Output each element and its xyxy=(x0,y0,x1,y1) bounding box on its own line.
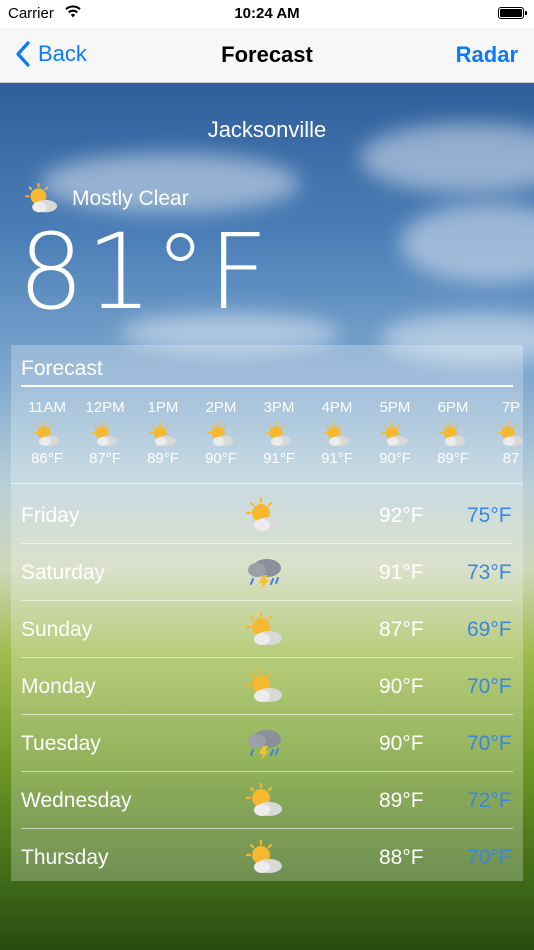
city-name: Jacksonville xyxy=(207,117,327,142)
day-name: Monday xyxy=(21,675,96,698)
low-temp: 73°F xyxy=(467,561,512,584)
daily-row[interactable]: Wednesday 89°F 72°F xyxy=(11,773,523,829)
sun-cloud-icon xyxy=(245,782,285,819)
status-time: 10:24 AM xyxy=(234,5,300,22)
hour-temp: 87°F xyxy=(89,450,121,467)
row-divider xyxy=(21,543,513,544)
hour-time: 1PM xyxy=(147,399,179,416)
low-temp: 70°F xyxy=(467,732,512,755)
high-temp: 90°F xyxy=(379,732,424,755)
hourly-item: 3PM 91°F xyxy=(250,399,308,467)
hour-temp: 87 xyxy=(502,450,520,467)
weather-background: Jacksonville Mostly Clear 81°F Forecast … xyxy=(0,83,534,950)
hour-temp: 91°F xyxy=(263,450,295,467)
sun-cloud-icon xyxy=(496,421,523,448)
hour-temp: 86°F xyxy=(31,450,63,467)
hour-time: 2PM xyxy=(205,399,237,416)
sun-cloud-icon xyxy=(245,611,285,648)
hour-time: 6PM xyxy=(437,399,469,416)
sun-cloud-icon xyxy=(245,497,285,534)
hourly-forecast[interactable]: 11AM 86°F 12PM 87°F 1PM 89°F 2PM 90°F 3PM 91°F 4PM… xyxy=(11,399,523,469)
hourly-item: 5PM 90°F xyxy=(366,399,424,467)
thunderstorm-icon xyxy=(245,555,285,591)
sun-cloud-icon xyxy=(264,421,294,448)
day-name: Tuesday xyxy=(21,732,101,755)
row-divider xyxy=(21,714,513,715)
daily-row[interactable]: Thursday 88°F 70°F xyxy=(11,830,523,886)
hour-time: 7P xyxy=(501,399,521,416)
row-divider xyxy=(21,657,513,658)
sun-cloud-icon xyxy=(245,668,285,705)
hour-temp: 89°F xyxy=(437,450,469,467)
daily-row[interactable]: Friday 92°F 75°F xyxy=(11,488,523,544)
battery-icon xyxy=(498,7,527,19)
hourly-item: 1PM 89°F xyxy=(134,399,192,467)
high-temp: 91°F xyxy=(379,561,424,584)
high-temp: 87°F xyxy=(379,618,424,641)
high-temp: 89°F xyxy=(379,789,424,812)
hour-temp: 90°F xyxy=(205,450,237,467)
forecast-title: Forecast xyxy=(21,357,103,380)
sun-cloud-icon xyxy=(245,839,285,876)
day-name: Saturday xyxy=(21,561,106,584)
hour-temp: 90°F xyxy=(379,450,411,467)
hourly-item: 2PM 90°F xyxy=(192,399,250,467)
day-name: Sunday xyxy=(21,618,93,641)
row-divider xyxy=(21,771,513,772)
status-bar: Carrier 10:24 AM xyxy=(0,0,534,28)
hourly-item: 4PM 91°F xyxy=(308,399,366,467)
radar-button[interactable]: Radar xyxy=(456,42,518,68)
high-temp: 88°F xyxy=(379,846,424,869)
day-name: Wednesday xyxy=(21,789,132,812)
row-divider xyxy=(21,600,513,601)
day-name: Friday xyxy=(21,504,80,527)
high-temp: 90°F xyxy=(379,675,424,698)
thunderstorm-icon xyxy=(245,726,285,762)
low-temp: 69°F xyxy=(467,618,512,641)
low-temp: 72°F xyxy=(467,789,512,812)
page-title: Forecast xyxy=(221,42,313,67)
high-temp: 92°F xyxy=(379,504,424,527)
hourly-item: 12PM 87°F xyxy=(76,399,134,467)
sun-cloud-icon xyxy=(206,421,236,448)
sun-cloud-icon xyxy=(322,421,352,448)
sun-cloud-icon xyxy=(148,421,178,448)
sun-cloud-icon xyxy=(438,421,468,448)
hour-temp: 91°F xyxy=(321,450,353,467)
hour-time: 5PM xyxy=(379,399,411,416)
row-divider xyxy=(21,828,513,829)
low-temp: 70°F xyxy=(467,675,512,698)
hour-time: 12PM xyxy=(85,399,125,416)
current-temperature: 81°F xyxy=(18,211,271,333)
daily-row[interactable]: Tuesday 90°F 70°F xyxy=(11,716,523,772)
hour-temp: 89°F xyxy=(147,450,179,467)
hourly-item: 11AM 86°F xyxy=(18,399,76,467)
navigation-bar: Back Forecast Radar xyxy=(0,28,534,83)
day-name: Thursday xyxy=(21,846,109,869)
hour-time: 11AM xyxy=(27,399,67,416)
sun-cloud-icon xyxy=(90,421,120,448)
hourly-divider xyxy=(11,483,523,484)
low-temp: 70°F xyxy=(467,846,512,869)
forecast-panel: Forecast 11AM 86°F 12PM 87°F 1PM 89°F 2PM 90°F 3… xyxy=(11,345,523,881)
hour-time: 4PM xyxy=(321,399,353,416)
daily-row[interactable]: Monday 90°F 70°F xyxy=(11,659,523,715)
hourly-item: 6PM 89°F xyxy=(424,399,482,467)
sun-cloud-icon xyxy=(32,421,62,448)
daily-row[interactable]: Sunday 87°F 69°F xyxy=(11,602,523,658)
condition-label: Mostly Clear xyxy=(72,187,189,210)
hourly-item: 7P 87 xyxy=(482,399,523,467)
daily-row[interactable]: Saturday 91°F 73°F xyxy=(11,545,523,601)
sun-cloud-icon xyxy=(380,421,410,448)
hour-time: 3PM xyxy=(263,399,295,416)
forecast-divider xyxy=(21,385,513,387)
low-temp: 75°F xyxy=(467,504,512,527)
